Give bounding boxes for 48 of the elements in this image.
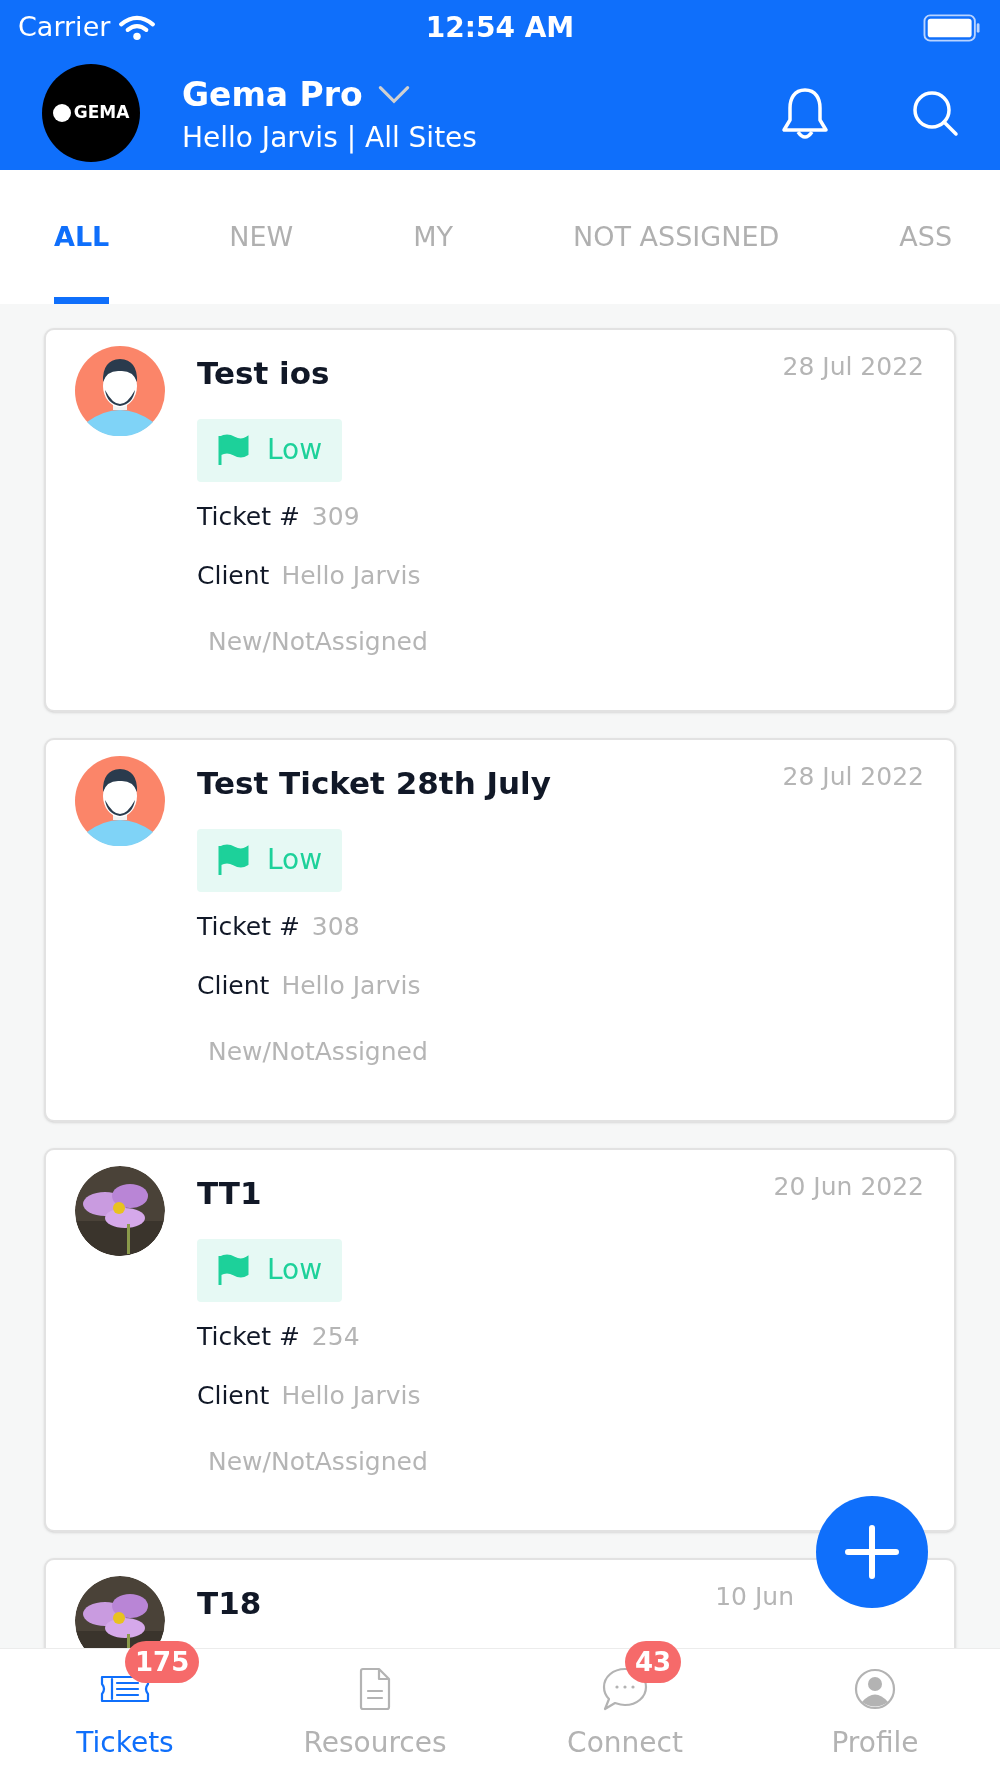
wifi-icon	[118, 14, 157, 41]
carrier-label: Carrier	[18, 10, 111, 45]
ticket-card[interactable]: Test Ticket 28th July 28 Jul 2022 Low Ticket # 308 Client Hello Jarvis New/NotAssigned	[44, 738, 956, 1122]
ticket-number: 308	[311, 910, 360, 943]
client-label: Client	[197, 560, 270, 592]
ticket-title: Test ios	[197, 354, 330, 393]
ticket-title: T18	[197, 1584, 262, 1623]
ticket-card[interactable]: T18 10 Jun	[44, 1558, 956, 1648]
count-badge: 175	[125, 1641, 200, 1683]
priority-badge: Low	[197, 828, 343, 892]
chevron-down-icon[interactable]	[376, 85, 411, 105]
ticket-date: 10 Jun	[715, 1581, 794, 1613]
ticket-number: 309	[311, 500, 360, 533]
ticket-number-label: Ticket #	[197, 500, 300, 533]
app-title[interactable]: Gema Pro	[182, 70, 363, 120]
ticket-status: New/NotAssigned	[208, 625, 429, 658]
client-name: Hello Jarvis	[281, 970, 421, 1002]
ticket-number-label: Ticket #	[197, 910, 300, 943]
flag-icon	[217, 844, 249, 876]
ticket-card[interactable]: Test ios 28 Jul 2022 Low Ticket # 309 Client Hello Jarvis New/NotAssigned	[44, 328, 956, 712]
ticket-number: 254	[311, 1320, 360, 1353]
ticket-date: 28 Jul 2022	[782, 351, 924, 383]
status-time: 12:54 AM	[425, 9, 575, 46]
client-name: Hello Jarvis	[281, 1380, 421, 1412]
count-badge: 43	[625, 1641, 682, 1683]
ticket-date: 28 Jul 2022	[782, 761, 924, 793]
plus-icon	[844, 1524, 900, 1580]
user-icon	[853, 1666, 897, 1711]
client-name: Hello Jarvis	[281, 560, 421, 592]
bell-icon[interactable]	[780, 85, 830, 140]
battery-icon	[922, 13, 982, 42]
ticket-status: New/NotAssigned	[208, 1445, 429, 1478]
priority-badge: Low	[197, 418, 343, 482]
ticket-card[interactable]: TT1 20 Jun 2022 Low Ticket # 254 Client Hello Jarvis New/NotAssigned	[44, 1148, 956, 1532]
ticket-title: Test Ticket 28th July	[197, 764, 551, 803]
priority-badge: Low	[197, 1238, 343, 1302]
flag-icon	[217, 1254, 249, 1286]
flag-icon	[217, 434, 249, 466]
ticket-number-label: Ticket #	[197, 1320, 300, 1353]
ticket-status: New/NotAssigned	[208, 1035, 429, 1068]
ticket-title: TT1	[197, 1174, 262, 1213]
company-logo: GEMA	[42, 63, 140, 162]
site-subtitle: Hello Jarvis | All Sites	[182, 119, 478, 155]
filter-tab[interactable]: ALL	[54, 170, 110, 304]
client-label: Client	[197, 970, 270, 1002]
client-label: Client	[197, 1380, 270, 1412]
ticket-date: 20 Jun 2022	[773, 1171, 924, 1203]
document-icon	[357, 1666, 393, 1711]
